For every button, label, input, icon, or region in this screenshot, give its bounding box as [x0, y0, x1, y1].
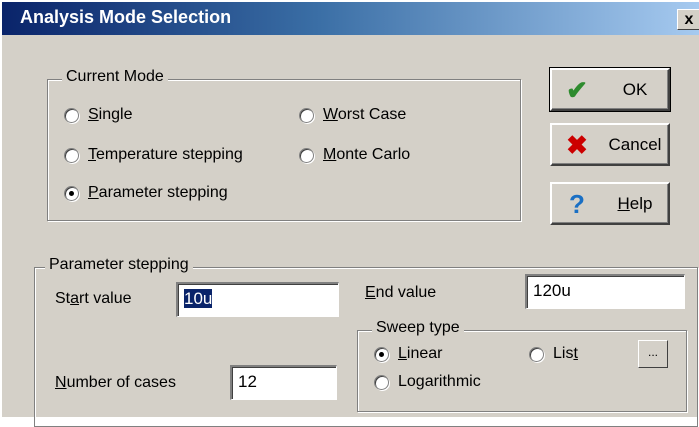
mode-parameter-radio[interactable]	[64, 185, 79, 201]
sweep-linear-option[interactable]: Linear	[374, 345, 442, 363]
x-icon: ✖	[566, 130, 588, 160]
sweep-logarithmic-label: Logarithmic	[398, 373, 481, 390]
close-button[interactable]: x	[677, 9, 699, 30]
list-browse-button[interactable]: ...	[638, 340, 668, 368]
mode-worst-case-label: Worst Case	[323, 106, 407, 123]
sweep-linear-label: Linear	[398, 345, 443, 362]
sweep-list-option[interactable]: List	[529, 345, 578, 363]
sweep-list-radio[interactable]	[529, 346, 544, 362]
mode-monte-carlo-option[interactable]: Monte Carlo	[299, 146, 410, 164]
mode-monte-carlo-label: Monte Carlo	[323, 146, 411, 163]
number-of-cases-label: Number of cases	[55, 374, 176, 391]
mode-parameter-label: Parameter stepping	[88, 184, 228, 201]
mode-temperature-option[interactable]: Temperature stepping	[64, 146, 243, 164]
ok-button[interactable]: ✔ OK	[549, 67, 671, 112]
ellipsis-icon: ...	[647, 345, 658, 359]
question-icon: ?	[569, 189, 585, 219]
help-label: Help	[617, 194, 653, 213]
mode-worst-case-option[interactable]: Worst Case	[299, 106, 406, 124]
sweep-type-group: Sweep type Linear List ... Logarithmic	[357, 319, 687, 412]
mode-worst-case-radio[interactable]	[299, 107, 314, 123]
end-value-input[interactable]: 120u	[525, 274, 685, 309]
mode-parameter-option[interactable]: Parameter stepping	[64, 184, 228, 202]
sweep-logarithmic-option[interactable]: Logarithmic	[374, 373, 481, 391]
analysis-mode-dialog: Analysis Mode Selection x Current Mode S…	[0, 0, 699, 427]
ok-label: OK	[622, 80, 648, 99]
end-value-label: End value	[365, 284, 437, 301]
parameter-stepping-legend: Parameter stepping	[45, 256, 193, 274]
title-bar[interactable]: Analysis Mode Selection x	[2, 2, 699, 35]
start-value-input[interactable]: 10u	[176, 282, 339, 317]
mode-single-option[interactable]: Single	[64, 106, 132, 124]
sweep-logarithmic-radio[interactable]	[374, 374, 389, 390]
start-value-label: Start value	[55, 290, 132, 307]
parameter-stepping-group: Parameter stepping Start value 10u End v…	[34, 256, 698, 427]
cancel-button[interactable]: ✖ Cancel	[550, 123, 670, 166]
mode-temperature-radio[interactable]	[64, 147, 79, 163]
mode-temperature-label: Temperature stepping	[88, 146, 243, 163]
close-icon: x	[684, 11, 694, 28]
sweep-list-label: List	[553, 345, 578, 362]
number-of-cases-input[interactable]: 12	[230, 365, 337, 400]
mode-single-radio[interactable]	[64, 107, 79, 123]
mode-single-label: Single	[88, 106, 133, 123]
current-mode-legend: Current Mode	[62, 68, 168, 86]
help-button[interactable]: ? Help	[550, 182, 670, 225]
cancel-label: Cancel	[608, 135, 662, 154]
sweep-type-legend: Sweep type	[372, 319, 464, 337]
mode-monte-carlo-radio[interactable]	[299, 147, 314, 163]
sweep-linear-radio[interactable]	[374, 346, 389, 362]
checkmark-icon: ✔	[566, 75, 588, 105]
window-title: Analysis Mode Selection	[20, 7, 232, 27]
current-mode-group: Current Mode Single Worst Case Temperatu…	[47, 68, 521, 221]
